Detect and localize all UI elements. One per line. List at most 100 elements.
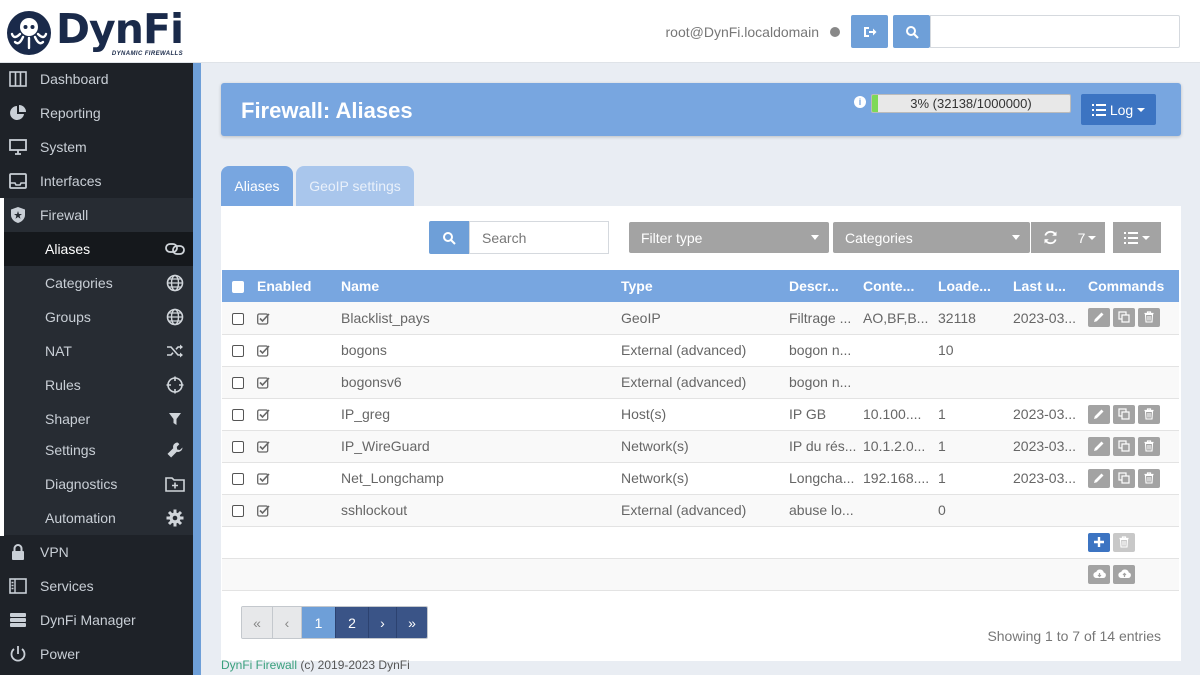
sidebar-item-system[interactable]: System bbox=[0, 130, 193, 164]
row-select-cell[interactable] bbox=[222, 462, 251, 495]
table-row[interactable]: IP_WireGuard Network(s) IP du rés... 10.1.2… bbox=[222, 430, 1179, 463]
table-row[interactable]: bogonsv6 External (advanced) bogon n... bbox=[222, 366, 1179, 399]
table-row[interactable]: sshlockout External (advanced) abuse lo...… bbox=[222, 494, 1179, 527]
sidebar-subitem-nat[interactable]: NAT bbox=[4, 334, 193, 368]
filter-type-select[interactable]: Filter type bbox=[629, 222, 829, 253]
row-checkbox[interactable] bbox=[232, 473, 244, 486]
sidebar-subitem-automation[interactable]: Automation bbox=[4, 501, 193, 535]
sidebar-subitem-diagnostics[interactable]: Diagnostics bbox=[4, 467, 193, 501]
page-2-button[interactable]: 2 bbox=[335, 607, 368, 638]
table-search-input[interactable] bbox=[469, 221, 609, 254]
table-row[interactable]: Net_Longchamp Network(s) Longcha... 192.168… bbox=[222, 462, 1179, 495]
row-checkbox[interactable] bbox=[232, 313, 244, 326]
row-select-cell[interactable] bbox=[222, 398, 251, 431]
delete-button[interactable] bbox=[1138, 468, 1160, 488]
table-row[interactable]: bogons External (advanced) bogon n... 10 bbox=[222, 334, 1179, 367]
user-label[interactable]: root@DynFi.localdomain bbox=[666, 24, 820, 40]
column-header[interactable]: Last u... bbox=[1007, 270, 1082, 302]
columns-select[interactable] bbox=[1113, 222, 1161, 253]
upload-button[interactable] bbox=[1113, 564, 1135, 584]
edit-button[interactable] bbox=[1088, 436, 1110, 456]
footer-link[interactable]: DynFi Firewall bbox=[221, 658, 297, 672]
row-checkbox[interactable] bbox=[232, 409, 244, 422]
first-page-button[interactable]: « bbox=[242, 607, 273, 638]
tab-aliases[interactable]: Aliases bbox=[221, 166, 293, 206]
refresh-button[interactable] bbox=[1031, 222, 1069, 253]
clone-button[interactable] bbox=[1113, 436, 1135, 456]
row-select-cell[interactable] bbox=[222, 302, 251, 335]
row-checkbox[interactable] bbox=[232, 441, 244, 454]
last-page-button[interactable]: » bbox=[396, 607, 427, 638]
enabled-cell[interactable] bbox=[251, 302, 335, 335]
enabled-cell[interactable] bbox=[251, 462, 335, 495]
sidebar-item-services[interactable]: Services bbox=[0, 569, 193, 603]
enabled-check-icon[interactable] bbox=[257, 472, 271, 486]
delete-button[interactable] bbox=[1138, 308, 1160, 328]
enabled-check-icon[interactable] bbox=[257, 312, 271, 326]
select-all-checkbox[interactable] bbox=[232, 281, 244, 294]
column-header[interactable]: Type bbox=[615, 270, 783, 302]
sidebar-subitem-categories[interactable]: Categories bbox=[4, 266, 193, 300]
row-select-cell[interactable] bbox=[222, 494, 251, 527]
prev-page-button[interactable]: ‹ bbox=[273, 607, 302, 638]
tab-geoip-settings[interactable]: GeoIP settings bbox=[296, 166, 414, 206]
row-checkbox[interactable] bbox=[232, 345, 244, 358]
delete-button[interactable] bbox=[1138, 404, 1160, 424]
table-search-button[interactable] bbox=[429, 221, 469, 254]
row-checkbox[interactable] bbox=[232, 377, 244, 390]
enabled-cell[interactable] bbox=[251, 366, 335, 399]
logout-button[interactable] bbox=[851, 15, 888, 48]
page-size-select[interactable]: 7 bbox=[1069, 222, 1105, 253]
sidebar-subitem-shaper[interactable]: Shaper bbox=[4, 402, 193, 436]
enabled-cell[interactable] bbox=[251, 430, 335, 463]
row-checkbox[interactable] bbox=[232, 505, 244, 518]
table-row[interactable]: IP_greg Host(s) IP GB 10.100.... 1 2023-03... bbox=[222, 398, 1179, 431]
next-page-button[interactable]: › bbox=[368, 607, 396, 638]
edit-button[interactable] bbox=[1088, 404, 1110, 424]
categories-select[interactable]: Categories bbox=[833, 222, 1030, 253]
row-select-cell[interactable] bbox=[222, 366, 251, 399]
sidebar-item-reporting[interactable]: Reporting bbox=[0, 96, 193, 130]
column-header[interactable]: Enabled bbox=[251, 270, 335, 302]
table-row[interactable]: Blacklist_pays GeoIP Filtrage ... AO,BF,B..… bbox=[222, 302, 1179, 335]
clone-button[interactable] bbox=[1113, 404, 1135, 424]
info-icon[interactable]: i bbox=[854, 96, 866, 108]
select-all-cell[interactable] bbox=[222, 270, 251, 302]
clone-button[interactable] bbox=[1113, 468, 1135, 488]
enabled-cell[interactable] bbox=[251, 398, 335, 431]
enabled-check-icon[interactable] bbox=[257, 440, 271, 454]
sidebar-subitem-rules[interactable]: Rules bbox=[4, 368, 193, 402]
download-button[interactable] bbox=[1088, 564, 1110, 584]
sidebar-subitem-aliases[interactable]: Aliases bbox=[4, 232, 193, 266]
row-select-cell[interactable] bbox=[222, 334, 251, 367]
column-header[interactable]: Descr... bbox=[783, 270, 857, 302]
enabled-check-icon[interactable] bbox=[257, 504, 271, 518]
sidebar-item-interfaces[interactable]: Interfaces bbox=[0, 164, 193, 198]
sidebar-item-dashboard[interactable]: Dashboard bbox=[0, 62, 193, 96]
sidebar-subitem-settings[interactable]: Settings bbox=[4, 433, 193, 467]
header-search-button[interactable] bbox=[893, 15, 930, 48]
delete-button[interactable] bbox=[1138, 436, 1160, 456]
header-search-input[interactable] bbox=[930, 15, 1180, 48]
sidebar-item-vpn[interactable]: VPN bbox=[0, 535, 193, 569]
log-dropdown-button[interactable]: Log bbox=[1081, 94, 1156, 125]
column-header[interactable]: Loade... bbox=[932, 270, 1007, 302]
delete-selected-button[interactable] bbox=[1113, 532, 1135, 552]
row-select-cell[interactable] bbox=[222, 430, 251, 463]
add-button[interactable] bbox=[1088, 532, 1110, 552]
edit-button[interactable] bbox=[1088, 468, 1110, 488]
clone-button[interactable] bbox=[1113, 308, 1135, 328]
sidebar-item-power[interactable]: Power bbox=[0, 637, 193, 671]
sidebar-subitem-groups[interactable]: Groups bbox=[4, 300, 193, 334]
enabled-cell[interactable] bbox=[251, 334, 335, 367]
edit-button[interactable] bbox=[1088, 308, 1110, 328]
dynfi-logo[interactable]: DynFi DYNAMIC FIREWALLS bbox=[6, 8, 184, 58]
enabled-check-icon[interactable] bbox=[257, 344, 271, 358]
enabled-check-icon[interactable] bbox=[257, 408, 271, 422]
sidebar-item-dynfi-manager[interactable]: DynFi Manager bbox=[0, 603, 193, 637]
column-header[interactable]: Name bbox=[335, 270, 615, 302]
enabled-cell[interactable] bbox=[251, 494, 335, 527]
page-1-button[interactable]: 1 bbox=[302, 607, 335, 638]
column-header[interactable]: Conte... bbox=[857, 270, 932, 302]
sidebar-item-firewall[interactable]: Firewall bbox=[0, 198, 193, 232]
